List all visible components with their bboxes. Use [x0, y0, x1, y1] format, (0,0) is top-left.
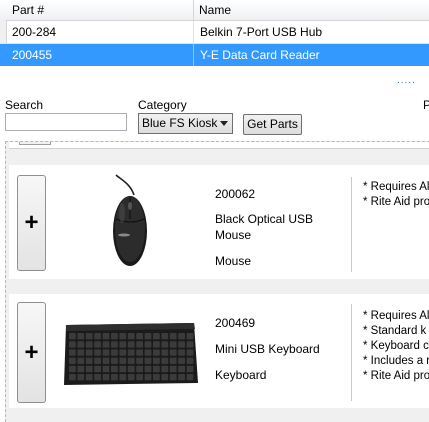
cell-name: Y-E Data Card Reader	[200, 48, 320, 62]
note-line: * Includes a r	[363, 355, 429, 367]
table-row-selected[interactable]: 200455 Y-E Data Card Reader	[0, 44, 429, 66]
product-notes: * Requires Al * Standard k * Keyboard c …	[363, 309, 429, 384]
product-part-number: 200062	[215, 187, 256, 201]
cell-name: Belkin 7-Port USB Hub	[200, 25, 323, 39]
splitter-grip[interactable]: .....	[397, 75, 416, 86]
truncated-label: P	[423, 98, 429, 112]
note-line: * Standard k	[363, 325, 427, 337]
grid-header: Part # Name	[0, 0, 429, 21]
product-type: Mouse	[215, 254, 252, 268]
get-parts-button[interactable]: Get Parts	[243, 114, 302, 135]
cell-part: 200455	[7, 44, 194, 66]
search-label: Search	[5, 98, 44, 112]
category-value: Blue FS Kiosk	[142, 116, 218, 130]
note-line: * Requires Al	[363, 181, 429, 193]
note-line: * Requires Al	[363, 310, 429, 322]
note-line: * Rite Aid pro	[363, 370, 429, 382]
search-input[interactable]	[5, 113, 127, 131]
column-header-name[interactable]: Name	[194, 0, 429, 20]
table-row[interactable]: 200-284 Belkin 7-Port USB Hub	[0, 21, 429, 44]
chevron-down-icon	[220, 121, 228, 126]
add-product-button[interactable]: +	[17, 302, 46, 403]
product-card: + 200062 Black Optical USB Mouse Mouse *…	[9, 165, 429, 279]
product-part-number: 200469	[215, 316, 256, 330]
divider	[351, 177, 352, 272]
usb-keyboard-icon	[60, 299, 202, 402]
product-card: + 200469 Mini USB Keyboard Keyboard * Re…	[9, 294, 429, 408]
note-line: * Keyboard c	[363, 340, 429, 352]
product-type: Keyboard	[215, 368, 267, 382]
category-select[interactable]: Blue FS Kiosk	[138, 113, 233, 134]
usb-mouse-icon	[60, 173, 202, 276]
add-button-partial[interactable]	[19, 142, 51, 145]
product-name: Mini USB Keyboard	[215, 342, 320, 356]
column-header-part[interactable]: Part #	[7, 0, 194, 20]
product-notes: * Requires Al * Rite Aid pro	[363, 180, 429, 210]
products-panel[interactable]: + 200062 Black Optical USB Mouse Mouse *…	[5, 141, 429, 422]
category-label: Category	[138, 98, 187, 112]
cell-part: 200-284	[7, 21, 194, 43]
product-name: Black Optical USB Mouse	[215, 212, 314, 242]
product-card-partial	[9, 142, 429, 149]
add-product-button[interactable]: +	[17, 175, 46, 271]
note-line: * Rite Aid pro	[363, 196, 429, 208]
parts-grid: Part # Name 200-284 Belkin 7-Port USB Hu…	[0, 0, 429, 66]
divider	[351, 304, 352, 401]
